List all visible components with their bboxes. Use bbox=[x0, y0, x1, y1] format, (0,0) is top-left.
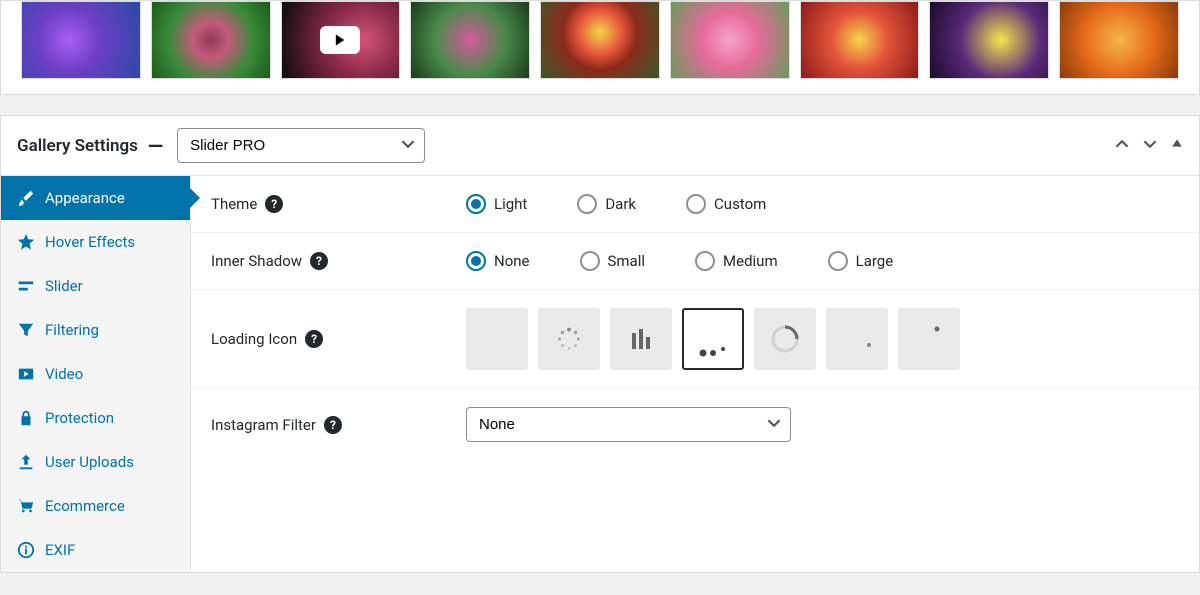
row-inner-shadow: Inner Shadow ? None Small Medium Large bbox=[191, 233, 1199, 290]
inner-shadow-radio-group: None Small Medium Large bbox=[466, 251, 893, 271]
radio-shadow-large[interactable]: Large bbox=[828, 251, 894, 271]
loader-comet[interactable] bbox=[898, 308, 960, 370]
gallery-thumb[interactable] bbox=[151, 1, 271, 79]
loader-ring[interactable] bbox=[754, 308, 816, 370]
loading-icon-label: Loading Icon bbox=[211, 330, 297, 348]
sidebar-item-label: EXIF bbox=[45, 541, 75, 559]
video-icon bbox=[17, 365, 35, 383]
theme-label: Theme bbox=[211, 195, 257, 213]
gallery-thumb[interactable] bbox=[21, 1, 141, 79]
preset-select[interactable]: Slider PRO bbox=[177, 128, 425, 163]
gallery-thumbnail-strip bbox=[0, 0, 1200, 95]
lock-icon bbox=[17, 409, 35, 427]
gallery-thumb[interactable] bbox=[410, 1, 530, 79]
loader-dot[interactable] bbox=[826, 308, 888, 370]
sidebar-item-label: Appearance bbox=[45, 189, 125, 207]
upload-icon bbox=[17, 453, 35, 471]
filter-icon bbox=[17, 321, 35, 339]
sidebar-item-label: Filtering bbox=[45, 321, 99, 339]
sidebar-item-label: Ecommerce bbox=[45, 497, 125, 515]
settings-title: Gallery Settings bbox=[17, 136, 138, 156]
slider-icon bbox=[17, 277, 35, 295]
sidebar-item-exif[interactable]: EXIF bbox=[1, 528, 190, 572]
settings-form: Theme ? Light Dark Custom Inner Shadow ? bbox=[191, 176, 1199, 572]
instagram-filter-label: Instagram Filter bbox=[211, 416, 316, 434]
sidebar-item-user-uploads[interactable]: User Uploads bbox=[1, 440, 190, 484]
preset-dropdown[interactable]: Slider PRO bbox=[177, 128, 425, 163]
collapse-toggle[interactable]: — bbox=[148, 134, 163, 158]
gallery-settings-panel: Gallery Settings — Slider PRO Appearance… bbox=[0, 115, 1200, 573]
loading-icon-options bbox=[466, 308, 960, 370]
inner-shadow-label: Inner Shadow bbox=[211, 252, 302, 270]
sidebar-item-label: Slider bbox=[45, 277, 83, 295]
help-icon[interactable]: ? bbox=[310, 252, 328, 270]
settings-sidebar: Appearance Hover Effects Slider Filterin… bbox=[1, 176, 191, 572]
sidebar-item-filtering[interactable]: Filtering bbox=[1, 308, 190, 352]
theme-radio-group: Light Dark Custom bbox=[466, 194, 766, 214]
star-icon bbox=[17, 233, 35, 251]
nav-collapse-icon[interactable] bbox=[1171, 137, 1183, 155]
settings-body: Appearance Hover Effects Slider Filterin… bbox=[1, 176, 1199, 572]
row-loading-icon: Loading Icon ? bbox=[191, 290, 1199, 389]
cart-icon bbox=[17, 497, 35, 515]
row-instagram-filter: Instagram Filter ? None bbox=[191, 389, 1199, 460]
radio-theme-light[interactable]: Light bbox=[466, 194, 527, 214]
loader-bouncing-dots[interactable] bbox=[682, 308, 744, 370]
sidebar-item-label: Protection bbox=[45, 409, 114, 427]
instagram-filter-select[interactable]: None bbox=[466, 407, 791, 442]
sidebar-item-label: Hover Effects bbox=[45, 233, 135, 251]
radio-shadow-small[interactable]: Small bbox=[580, 251, 646, 271]
nav-down-icon[interactable] bbox=[1143, 137, 1157, 155]
sidebar-item-hover-effects[interactable]: Hover Effects bbox=[1, 220, 190, 264]
sidebar-item-label: User Uploads bbox=[45, 453, 134, 471]
sidebar-item-slider[interactable]: Slider bbox=[1, 264, 190, 308]
row-theme: Theme ? Light Dark Custom bbox=[191, 176, 1199, 233]
loader-bars[interactable] bbox=[610, 308, 672, 370]
help-icon[interactable]: ? bbox=[265, 195, 283, 213]
gallery-thumb[interactable] bbox=[800, 1, 920, 79]
sidebar-item-ecommerce[interactable]: Ecommerce bbox=[1, 484, 190, 528]
radio-shadow-none[interactable]: None bbox=[466, 251, 530, 271]
info-icon bbox=[17, 541, 35, 559]
help-icon[interactable]: ? bbox=[305, 330, 323, 348]
radio-theme-dark[interactable]: Dark bbox=[577, 194, 636, 214]
sidebar-item-appearance[interactable]: Appearance bbox=[1, 176, 190, 220]
sidebar-item-label: Video bbox=[45, 365, 83, 383]
gallery-thumb[interactable] bbox=[929, 1, 1049, 79]
loader-dots-circle[interactable] bbox=[538, 308, 600, 370]
gallery-thumb[interactable] bbox=[281, 1, 401, 79]
help-icon[interactable]: ? bbox=[324, 416, 342, 434]
sidebar-item-protection[interactable]: Protection bbox=[1, 396, 190, 440]
nav-up-icon[interactable] bbox=[1115, 137, 1129, 155]
radio-theme-custom[interactable]: Custom bbox=[686, 194, 766, 214]
loader-none[interactable] bbox=[466, 308, 528, 370]
gallery-thumb[interactable] bbox=[670, 1, 790, 79]
brush-icon bbox=[17, 189, 35, 207]
header-nav bbox=[1115, 137, 1183, 155]
sidebar-item-video[interactable]: Video bbox=[1, 352, 190, 396]
play-icon bbox=[320, 26, 360, 54]
radio-shadow-medium[interactable]: Medium bbox=[695, 251, 778, 271]
gallery-thumb[interactable] bbox=[540, 1, 660, 79]
instagram-filter-dropdown[interactable]: None bbox=[466, 407, 791, 442]
settings-header: Gallery Settings — Slider PRO bbox=[1, 116, 1199, 176]
gallery-thumb[interactable] bbox=[1059, 1, 1179, 79]
